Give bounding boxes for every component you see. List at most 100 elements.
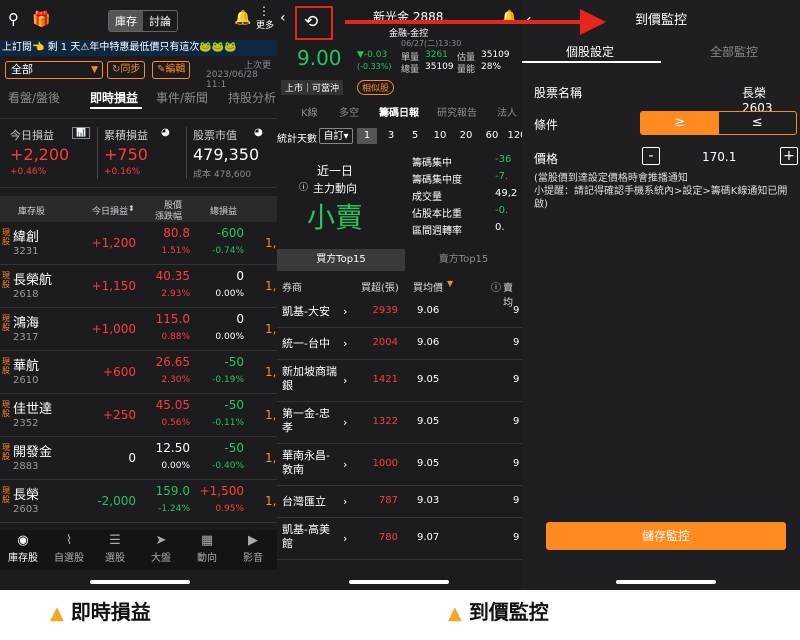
tab-market[interactable]: 看盤/盤後: [8, 89, 60, 106]
tab-single-stock[interactable]: 個股設定: [566, 43, 614, 60]
broker-row[interactable]: 統一-台中 › 2004 9.06 9: [277, 328, 522, 360]
back-icon[interactable]: ‹: [280, 10, 286, 26]
col-total-pnl[interactable]: 總損益: [210, 204, 237, 217]
total-pnl: -50: [224, 398, 244, 412]
market-value-label: 股票市值: [193, 129, 237, 142]
edit-button[interactable]: ✎編輯: [152, 61, 191, 79]
pie-icon[interactable]: ◕: [254, 127, 263, 138]
table-row[interactable]: 現股 華航 2610 +600 26.65 2.30% -50 -0.19% 1,: [0, 351, 277, 394]
account-select[interactable]: 全部 ▼: [5, 61, 103, 79]
stack-icon: ☰: [109, 533, 121, 548]
days-option[interactable]: 10: [429, 128, 451, 144]
table-row[interactable]: 現股 長榮航 2618 +1,150 40.35 2.93% 0 0.00% 1,: [0, 265, 277, 308]
broker-row[interactable]: 第一金-忠孝 › 1322 9.05 9: [277, 402, 522, 444]
days-label: 統計天數: [277, 134, 317, 145]
days-option[interactable]: 5: [405, 128, 425, 144]
custom-days-select[interactable]: 自訂▾: [319, 128, 353, 144]
stat-value: -7.: [495, 171, 509, 182]
table-row[interactable]: 現股 長榮 2603 -2,000 159.0 -1.24% +1,500 0.95% 1,: [0, 480, 277, 523]
chart-icon[interactable]: 📊: [72, 127, 90, 139]
more-icon[interactable]: ⋮: [258, 4, 270, 18]
condition-gte[interactable]: ≥: [641, 112, 719, 134]
price-input[interactable]: 170.1: [702, 150, 736, 164]
listed-badge: 上市｜可當沖: [281, 80, 344, 95]
broker-row[interactable]: 台灣匯立 › 787 9.03 9: [277, 486, 522, 518]
col-buy[interactable]: 買超(張): [361, 279, 399, 294]
caption-realtime-text: 即時損益: [70, 600, 151, 624]
broker-row[interactable]: 新加坡商瑞銀 › 1421 9.05 9: [277, 360, 522, 402]
broker-row[interactable]: 華南永昌-敦南 › 1000 9.05 9: [277, 444, 522, 486]
tab-realtime-pnl[interactable]: 即時損益: [90, 89, 138, 106]
truncated-value: 1,: [265, 365, 277, 379]
similar-stock-button[interactable]: 相似股: [357, 80, 395, 95]
sync-button[interactable]: ↻同步: [107, 61, 146, 79]
nav-video[interactable]: ▶ 影音: [230, 533, 276, 564]
nav-screener[interactable]: ☰ 選股: [92, 533, 138, 564]
table-row[interactable]: 現股 緯創 3231 +1,200 80.8 1.51% -600 -0.74% 1,: [0, 222, 277, 265]
force-verdict: 小賣: [307, 201, 364, 234]
tab-discussion[interactable]: 討論: [143, 11, 177, 31]
decrease-button[interactable]: -: [642, 147, 660, 165]
save-alert-button[interactable]: 儲存監控: [546, 522, 786, 550]
tab-chip-daily[interactable]: 籌碼日報: [379, 104, 419, 119]
days-option[interactable]: 60: [481, 128, 503, 144]
broker-sell-avg: 9: [513, 305, 520, 316]
nav-market[interactable]: ➤ 大盤: [138, 533, 184, 564]
stock-detail-panel: ‹ ⟲ 新光金 2888 金融-金控 🔔 06/27(二)13:30 9.00 …: [277, 0, 522, 590]
broker-row[interactable]: 凱基-高美館 › 780 9.07 9: [277, 518, 522, 560]
tab-all-alerts[interactable]: 全部監控: [710, 43, 758, 60]
search-icon[interactable]: ⚲: [8, 10, 19, 28]
col-stock[interactable]: 庫存股: [18, 204, 45, 217]
broker-avg: 9.06: [417, 337, 440, 348]
table-row[interactable]: 現股 開發金 2883 0 12.50 0.00% -50 -0.40% 1,: [0, 437, 277, 480]
chevron-right-icon: ›: [343, 416, 348, 429]
bell-icon[interactable]: 🔔: [234, 10, 251, 26]
tab-inventory[interactable]: 庫存: [109, 11, 143, 31]
stock-price: 80.8: [163, 226, 190, 240]
col-today-pnl[interactable]: 今日損益: [92, 204, 128, 217]
condition-lte[interactable]: ≤: [719, 112, 797, 134]
col-avg[interactable]: 買均價: [413, 279, 443, 294]
holdings-table-header: 庫存股 今日損益 ⬍ 股價 漲跌幅 總損益: [0, 196, 277, 222]
stock-pct: 2.93%: [161, 289, 190, 299]
broker-row[interactable]: 凱基-大安 › 2939 9.06 9: [277, 296, 522, 328]
stat-label: 佔股本比重: [412, 209, 462, 220]
days-option[interactable]: 1: [357, 128, 377, 144]
tab-kline[interactable]: K線: [301, 104, 318, 119]
days-option[interactable]: 20: [455, 128, 477, 144]
alert-note: (當股價到達設定價格時會推播通知 小提醒：請記得確認手機系統內>設定>籌碼K線通…: [534, 173, 788, 210]
info-icon[interactable]: ⓘ: [299, 180, 308, 193]
tab-research[interactable]: 研究報告: [437, 104, 477, 119]
col-pct[interactable]: 漲跌幅: [155, 209, 182, 222]
truncated-value: 1,: [265, 451, 277, 465]
tab-institutional[interactable]: 法人: [497, 104, 517, 119]
tab-sell-top15[interactable]: 賣方Top15: [405, 249, 522, 271]
total-pnl-pct: -0.74%: [212, 246, 244, 256]
days-option[interactable]: 3: [381, 128, 401, 144]
table-row[interactable]: 現股 佳世達 2352 +250 45.05 0.56% -50 -0.11% 1,: [0, 394, 277, 437]
tab-longshort[interactable]: 多空: [339, 104, 359, 119]
pie-icon[interactable]: ◕: [161, 127, 170, 138]
increase-button[interactable]: +: [780, 147, 798, 165]
gift-icon[interactable]: 🎁: [32, 10, 51, 28]
broker-avg: 9.03: [417, 495, 440, 506]
days-option[interactable]: 120: [505, 128, 522, 144]
tab-analysis[interactable]: 持股分析: [228, 89, 276, 106]
more-label[interactable]: 更多: [256, 18, 274, 31]
nav-watchlist[interactable]: ⌇ 自選股: [46, 533, 92, 564]
promo-marquee[interactable]: 上訂閱👈 剩 1 天⚠年中特惠最低價只有這次🐸🐸🐸: [0, 40, 277, 56]
price-alert-icon[interactable]: ⟲: [304, 12, 318, 32]
today-pnl-value: +2,200: [10, 145, 70, 164]
tab-news[interactable]: 事件/新聞: [156, 89, 208, 106]
total-pnl: -600: [216, 226, 244, 240]
nav-watchlist-label: 自選股: [54, 553, 84, 564]
table-row[interactable]: 現股 鴻海 2317 +1,000 115.0 0.88% 0 0.00% 1,: [0, 308, 277, 351]
broker-name: 台灣匯立: [282, 495, 326, 508]
tab-buy-top15[interactable]: 買方Top15: [277, 249, 405, 271]
stat-label: 成交量: [412, 192, 442, 203]
est-pct-label: 量能: [457, 65, 476, 75]
view-segment: 庫存 討論: [108, 10, 178, 32]
nav-trend[interactable]: ▦ 動向: [184, 533, 230, 564]
col-broker[interactable]: 券商: [282, 279, 302, 294]
nav-inventory[interactable]: ◉ 庫存股: [0, 533, 46, 564]
